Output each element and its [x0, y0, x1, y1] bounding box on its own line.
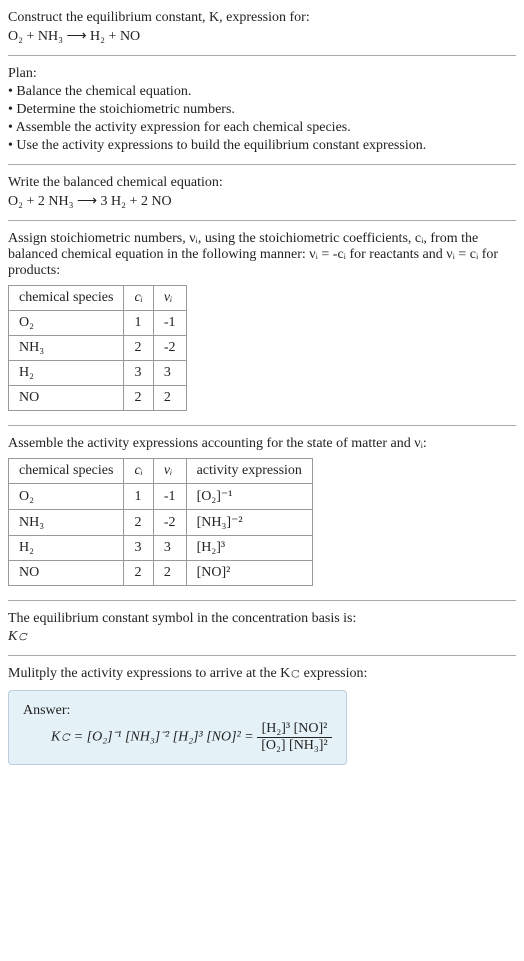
answer-lhs: K𝚌 = [O₂]⁻¹ [NH₃]⁻² [H₂]³ [NO]² =: [51, 730, 254, 745]
cell-c: 3: [124, 361, 153, 386]
plan-item-2: • Assemble the activity expression for e…: [8, 120, 516, 136]
cell-v: -2: [153, 510, 186, 536]
cell-v: 2: [153, 561, 186, 586]
balanced-title: Write the balanced chemical equation:: [8, 175, 516, 191]
activity-table: chemical species cᵢ νᵢ activity expressi…: [8, 458, 313, 586]
col-species: chemical species: [9, 286, 124, 311]
assign-section: Assign stoichiometric numbers, νᵢ, using…: [8, 221, 516, 426]
cell-species: H₂: [9, 361, 124, 386]
balanced-section: Write the balanced chemical equation: O₂…: [8, 165, 516, 221]
col-vi: νᵢ: [153, 459, 186, 484]
activity-section: Assemble the activity expressions accoun…: [8, 426, 516, 601]
answer-numerator: [H₂]³ [NO]²: [257, 721, 331, 738]
cell-v: 3: [153, 361, 186, 386]
col-ci: cᵢ: [124, 459, 153, 484]
cell-c: 3: [124, 536, 153, 561]
intro-section: Construct the equilibrium constant, K, e…: [8, 10, 516, 56]
cell-v: 2: [153, 386, 186, 411]
plan-title: Plan:: [8, 66, 516, 82]
cell-expr: [NH₃]⁻²: [186, 510, 312, 536]
table-row: NH₃ 2 -2: [9, 336, 187, 361]
cell-species: H₂: [9, 536, 124, 561]
multiply-text: Mulitply the activity expressions to arr…: [8, 666, 516, 682]
assign-text: Assign stoichiometric numbers, νᵢ, using…: [8, 231, 516, 279]
intro-line1: Construct the equilibrium constant, K, e…: [8, 10, 516, 26]
cell-expr: [NO]²: [186, 561, 312, 586]
stoich-table: chemical species cᵢ νᵢ O₂ 1 -1 NH₃ 2 -2 …: [8, 285, 187, 411]
cell-v: -2: [153, 336, 186, 361]
cell-v: -1: [153, 311, 186, 336]
cell-c: 1: [124, 484, 153, 510]
col-ci: cᵢ: [124, 286, 153, 311]
symbol-line1: The equilibrium constant symbol in the c…: [8, 611, 516, 627]
answer-denominator: [O₂] [NH₃]²: [257, 738, 331, 754]
cell-v: -1: [153, 484, 186, 510]
cell-expr: [O₂]⁻¹: [186, 484, 312, 510]
answer-label: Answer:: [23, 703, 332, 719]
col-vi: νᵢ: [153, 286, 186, 311]
answer-box: Answer: K𝚌 = [O₂]⁻¹ [NH₃]⁻² [H₂]³ [NO]² …: [8, 690, 347, 765]
cell-c: 2: [124, 510, 153, 536]
table-header-row: chemical species cᵢ νᵢ activity expressi…: [9, 459, 313, 484]
symbol-section: The equilibrium constant symbol in the c…: [8, 601, 516, 656]
cell-species: NO: [9, 561, 124, 586]
table-header-row: chemical species cᵢ νᵢ: [9, 286, 187, 311]
table-row: NO 2 2: [9, 386, 187, 411]
cell-c: 2: [124, 336, 153, 361]
answer-fraction: [H₂]³ [NO]² [O₂] [NH₃]²: [257, 721, 331, 754]
plan-item-1: • Determine the stoichiometric numbers.: [8, 102, 516, 118]
cell-expr: [H₂]³: [186, 536, 312, 561]
col-species: chemical species: [9, 459, 124, 484]
plan-item-3: • Use the activity expressions to build …: [8, 138, 516, 154]
balanced-equation: O₂ + 2 NH₃ ⟶ 3 H₂ + 2 NO: [8, 193, 516, 210]
plan-section: Plan: • Balance the chemical equation. •…: [8, 56, 516, 165]
cell-c: 2: [124, 561, 153, 586]
table-row: O₂ 1 -1 [O₂]⁻¹: [9, 484, 313, 510]
cell-v: 3: [153, 536, 186, 561]
table-row: O₂ 1 -1: [9, 311, 187, 336]
multiply-section: Mulitply the activity expressions to arr…: [8, 656, 516, 773]
table-row: H₂ 3 3: [9, 361, 187, 386]
table-row: NO 2 2 [NO]²: [9, 561, 313, 586]
cell-c: 1: [124, 311, 153, 336]
cell-c: 2: [124, 386, 153, 411]
col-expr: activity expression: [186, 459, 312, 484]
cell-species: NO: [9, 386, 124, 411]
cell-species: O₂: [9, 311, 124, 336]
intro-equation: O₂ + NH₃ ⟶ H₂ + NO: [8, 28, 516, 45]
activity-text: Assemble the activity expressions accoun…: [8, 436, 516, 452]
cell-species: NH₃: [9, 510, 124, 536]
cell-species: O₂: [9, 484, 124, 510]
table-row: H₂ 3 3 [H₂]³: [9, 536, 313, 561]
cell-species: NH₃: [9, 336, 124, 361]
answer-equation: K𝚌 = [O₂]⁻¹ [NH₃]⁻² [H₂]³ [NO]² = [H₂]³ …: [23, 721, 332, 754]
table-row: NH₃ 2 -2 [NH₃]⁻²: [9, 510, 313, 536]
intro-text: Construct the equilibrium constant, K, e…: [8, 10, 310, 25]
symbol-kc: K𝚌: [8, 629, 516, 645]
plan-item-0: • Balance the chemical equation.: [8, 84, 516, 100]
